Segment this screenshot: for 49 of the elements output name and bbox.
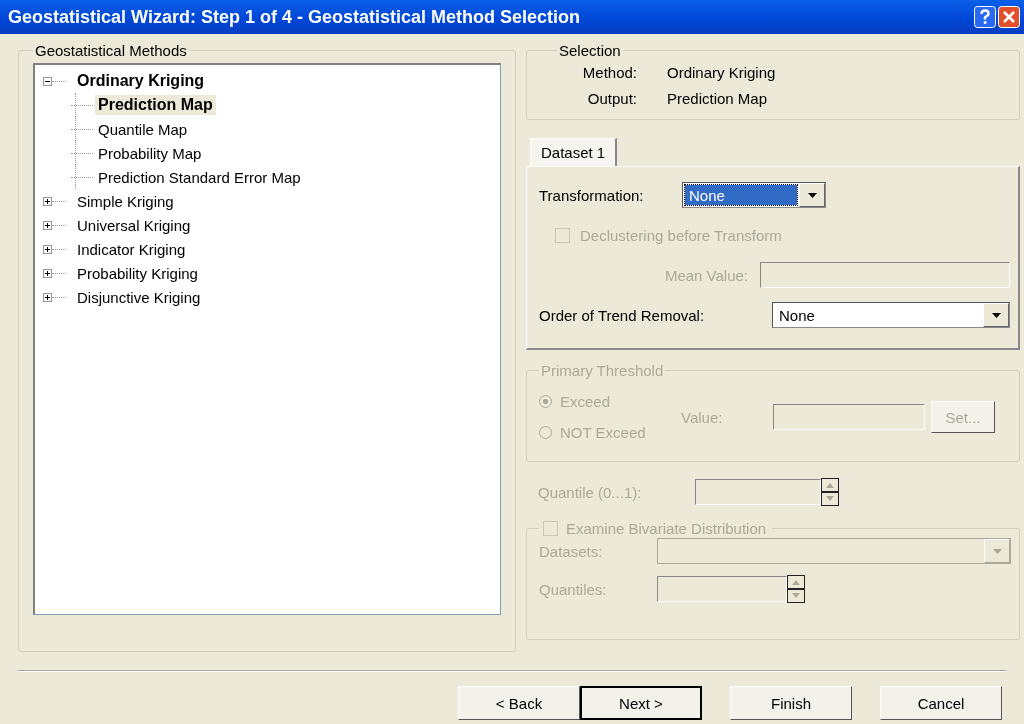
expand-icon[interactable]: [43, 196, 52, 206]
transformation-dropdown[interactable]: None: [682, 182, 826, 208]
group-title: Selection: [558, 42, 622, 59]
field-label: Quantiles:: [539, 580, 608, 598]
trend-dropdown[interactable]: None: [772, 302, 1010, 328]
caret-icon: [992, 548, 1002, 554]
tree-item[interactable]: Quantile Map: [95, 119, 191, 139]
field-label: Datasets:: [539, 542, 604, 560]
checkbox-label: Declustering before Transform: [580, 226, 782, 244]
checkbox-label: Examine Bivariate Distribution: [566, 520, 767, 537]
wizard-button[interactable]: Finish: [730, 686, 852, 720]
spinner-icon[interactable]: [821, 478, 839, 506]
field-label: Order of Trend Removal:: [539, 306, 706, 324]
radio-label: Exceed: [560, 393, 611, 410]
tree-item[interactable]: Universal Kriging: [74, 215, 194, 235]
field-label: Value:: [681, 408, 724, 426]
expand-icon[interactable]: [43, 244, 52, 254]
close-icon[interactable]: [998, 6, 1020, 28]
wizard-button[interactable]: Cancel: [880, 686, 1002, 720]
field-value: Ordinary Kriging: [667, 63, 776, 81]
tree-item[interactable]: Disjunctive Kriging: [74, 287, 204, 307]
wizard-button[interactable]: Next >: [580, 686, 702, 720]
collapse-icon[interactable]: [43, 76, 52, 86]
tree-item[interactable]: Probability Kriging: [74, 263, 201, 283]
expand-icon[interactable]: [43, 268, 52, 278]
method-tree[interactable]: Ordinary Kriging Prediction Map Quantile Map Probability Map Prediction Standard Error Map Simple Kriging Universal Kriging Indicator Kriging Probability Kriging Disjunctive Kriging: [33, 63, 501, 615]
caret-icon: [991, 312, 1001, 318]
window-title: Geostatistical Wizard: Step 1 of 4 - Geostatistical Method Selection: [8, 6, 581, 28]
expand-icon[interactable]: [43, 220, 52, 230]
wizard-button[interactable]: < Back: [458, 686, 580, 720]
tree-item[interactable]: Simple Kriging: [74, 191, 177, 211]
expand-icon[interactable]: [43, 292, 52, 302]
tree-item[interactable]: Prediction Standard Error Map: [95, 167, 304, 187]
field-label: Output:: [586, 89, 638, 107]
field-label: Transformation:: [539, 186, 645, 204]
tree-item[interactable]: Indicator Kriging: [74, 239, 189, 259]
tree-item[interactable]: Ordinary Kriging: [74, 71, 208, 91]
tree-item[interactable]: Probability Map: [95, 143, 205, 163]
field-label: Method:: [581, 63, 638, 81]
field-label: Mean Value:: [663, 266, 749, 284]
group-title: Primary Threshold: [540, 362, 665, 379]
tab[interactable]: Dataset 1: [530, 138, 618, 166]
group-title: Geostatistical Methods: [34, 42, 188, 59]
field-label: Quantile (0...1):: [538, 483, 643, 501]
caret-icon: [807, 192, 817, 198]
help-icon[interactable]: [974, 6, 996, 28]
field-value: Prediction Map: [667, 89, 768, 107]
radio-label: NOT Exceed: [560, 424, 646, 441]
tree-item[interactable]: Prediction Map: [95, 95, 216, 115]
